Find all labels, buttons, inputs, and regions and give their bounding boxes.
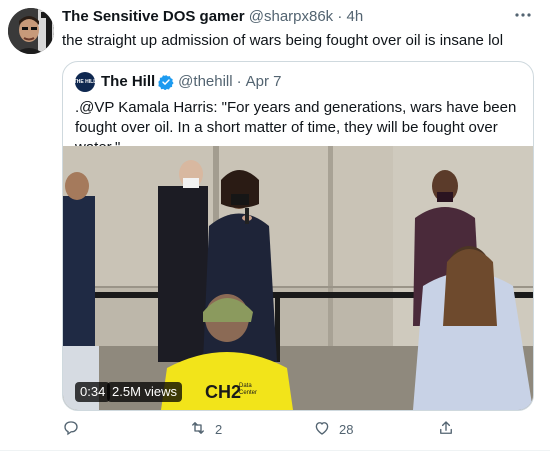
video-frame bbox=[63, 146, 533, 410]
shirt-text: CH2 bbox=[205, 382, 242, 402]
quoted-author-name[interactable]: The Hill bbox=[101, 72, 155, 92]
quoted-separator: · bbox=[236, 73, 242, 90]
retweet-icon bbox=[189, 419, 215, 440]
retweet-count: 2 bbox=[215, 421, 223, 437]
action-bar: 2 28 bbox=[62, 417, 492, 441]
author-handle[interactable]: @sharpx86k bbox=[249, 8, 333, 25]
verified-badge-icon bbox=[158, 74, 174, 91]
quoted-tweet-header: THE HILL The Hill @thehill · Apr 7 bbox=[74, 72, 282, 92]
author-name[interactable]: The Sensitive DOS gamer bbox=[62, 8, 245, 25]
quoted-avatar[interactable]: THE HILL bbox=[74, 72, 96, 92]
quoted-handle[interactable]: @thehill bbox=[178, 72, 232, 92]
reply-button[interactable] bbox=[62, 417, 88, 441]
separator: · bbox=[337, 8, 343, 25]
quoted-tweet[interactable]: THE HILL The Hill @thehill · Apr 7 .@VP … bbox=[62, 61, 534, 411]
like-button[interactable]: 28 bbox=[313, 417, 353, 441]
video-views-badge: 2.5M views bbox=[107, 382, 183, 402]
like-count: 28 bbox=[339, 421, 354, 437]
user-avatar[interactable] bbox=[8, 8, 54, 54]
tweet-text: the straight up admission of wars being … bbox=[62, 32, 504, 49]
share-button[interactable] bbox=[437, 417, 463, 441]
share-icon bbox=[437, 419, 463, 440]
video-duration-badge: 0:34 bbox=[75, 382, 111, 402]
tweet-header: The Sensitive DOS gamer @sharpx86k · 4h bbox=[62, 7, 363, 27]
shirt-small-text: Data Center bbox=[239, 383, 258, 396]
tweet-time[interactable]: 4h bbox=[347, 8, 364, 25]
retweet-button[interactable]: 2 bbox=[189, 417, 222, 441]
tweet[interactable]: The Sensitive DOS gamer @sharpx86k · 4h … bbox=[0, 0, 550, 451]
like-icon bbox=[313, 419, 339, 440]
quoted-date[interactable]: Apr 7 bbox=[246, 72, 282, 92]
reply-icon bbox=[62, 419, 88, 440]
video-player[interactable]: CH2 Data Center 0:34 2.5M views bbox=[63, 146, 533, 410]
more-options-icon[interactable] bbox=[512, 6, 534, 28]
